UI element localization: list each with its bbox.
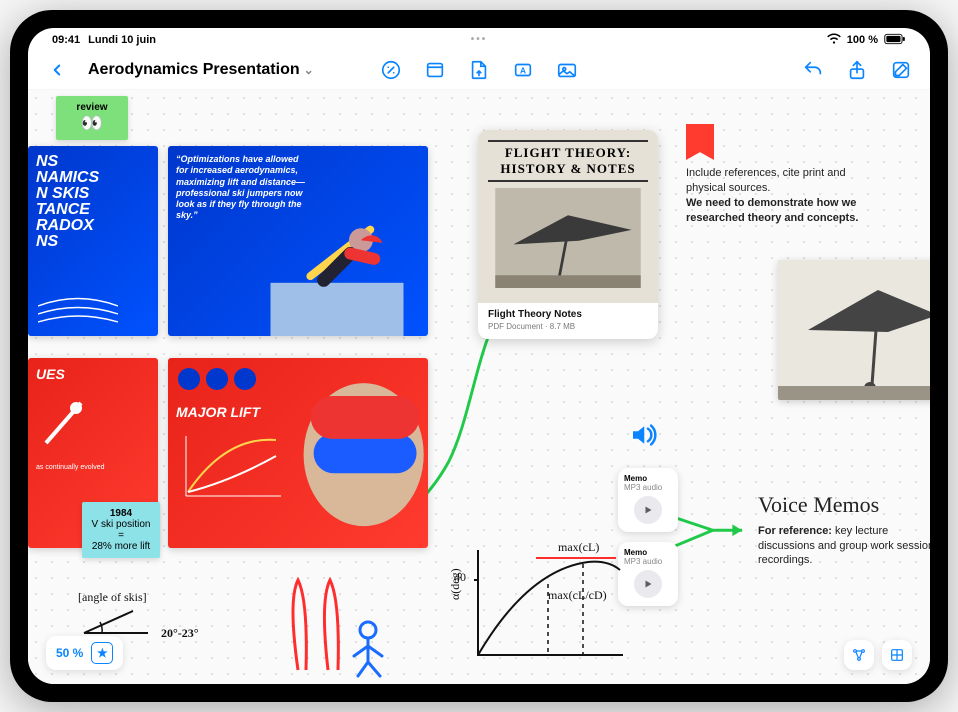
status-bar: 09:41 Lundi 10 juin ••• 100 %: [28, 28, 930, 50]
slide-title: UES: [36, 366, 150, 382]
app-toolbar: Aerodynamics Presentation ⌄ A: [28, 50, 930, 90]
slide-text: RADOX: [36, 218, 150, 234]
zoom-control[interactable]: 50 % ★: [46, 636, 123, 670]
slide-text: NAMICS: [36, 170, 150, 186]
favorite-toggle[interactable]: ★: [91, 642, 113, 664]
pen-tool-button[interactable]: [378, 57, 404, 83]
ipad-frame: 09:41 Lundi 10 juin ••• 100 %: [10, 10, 948, 702]
graph-maxclcd-label: max(cL/cD): [548, 588, 607, 603]
angle-sketch-icon: [78, 605, 158, 637]
voice-memos-block[interactable]: Voice Memos For reference: For reference…: [758, 490, 930, 568]
svg-text:A: A: [520, 66, 526, 75]
goggle-athlete-illustration: [285, 376, 428, 548]
handwriting-angle[interactable]: [angle of skis] 20°-23°: [78, 590, 199, 641]
slide-blue-aerodynamics[interactable]: NS NAMICS N SKIS TANCE RADOX NS: [28, 146, 158, 336]
audio-subtitle: MP3 audio: [624, 483, 672, 492]
undo-button[interactable]: [800, 57, 826, 83]
voice-memos-body: For reference: For reference: key lectur…: [758, 524, 930, 569]
handwriting-value: 20°-23°: [161, 626, 199, 640]
play-icon[interactable]: [634, 570, 662, 598]
slide-text: N SKIS: [36, 186, 150, 202]
freeform-canvas[interactable]: review 👀 NS NAMICS N SKIS TANCE RADOX NS…: [28, 90, 930, 684]
audio-memo-1[interactable]: Memo MP3 audio: [618, 468, 678, 532]
bookmark-icon: [686, 124, 714, 160]
slide-text: NS: [36, 234, 150, 250]
multitask-handle[interactable]: •••: [471, 34, 488, 45]
document-title-text: Aerodynamics Presentation: [88, 61, 300, 79]
graph-maxcl-label: max(cL): [558, 540, 599, 555]
battery-icon: [884, 33, 906, 48]
skijumper-illustration: [246, 203, 428, 336]
audio-title: Memo: [624, 548, 672, 557]
sticky-note-1984[interactable]: 1984 V ski position = 28% more lift: [82, 502, 160, 558]
insert-media-button[interactable]: [554, 57, 580, 83]
sticky-review-label: review: [64, 102, 120, 113]
grid-toggle-button[interactable]: [882, 640, 912, 670]
chevron-down-icon: ⌄: [304, 63, 314, 77]
sticky-line: =: [90, 530, 152, 541]
sticky-line: 1984: [90, 508, 152, 519]
navigator-button[interactable]: [844, 640, 874, 670]
canvas-utility-buttons: [844, 640, 912, 670]
airflow-icon: [38, 296, 118, 326]
play-icon[interactable]: [634, 496, 662, 524]
attachment-thumb-title: FLIGHT THEORY: HISTORY & NOTES: [488, 140, 648, 182]
back-button[interactable]: [44, 57, 70, 83]
battery-percent: 100 %: [847, 34, 878, 46]
slide-text: NS: [36, 154, 150, 170]
audio-title: Memo: [624, 474, 672, 483]
attachment-meta: PDF Document · 8.7 MB: [488, 322, 648, 331]
skijumper-small-icon: [36, 388, 96, 458]
sticky-note-button[interactable]: [422, 57, 448, 83]
attachment-name: Flight Theory Notes: [488, 309, 648, 320]
sketch-alpha-graph[interactable]: α(deg) 40 max(cL) max(cL/cD): [448, 540, 628, 675]
zoom-value: 50 %: [56, 646, 83, 660]
document-title[interactable]: Aerodynamics Presentation ⌄: [88, 61, 314, 79]
slide-text: TANCE: [36, 202, 150, 218]
text-box-button[interactable]: A: [510, 57, 536, 83]
share-button[interactable]: [844, 57, 870, 83]
sticky-line: V ski position: [90, 519, 152, 530]
attachment-flight-theory[interactable]: FLIGHT THEORY: HISTORY & NOTES Flight Th…: [478, 130, 658, 339]
app-screen: 09:41 Lundi 10 juin ••• 100 %: [28, 28, 930, 684]
speaker-icon: [626, 420, 660, 455]
status-time: 09:41: [52, 34, 80, 46]
handwriting-label: [angle of skis]: [78, 590, 199, 605]
attachment-thumbnail: FLIGHT THEORY: HISTORY & NOTES: [478, 130, 658, 303]
thumb-row: [178, 368, 256, 390]
photo-glider[interactable]: [778, 260, 930, 400]
sticky-line: 28% more lift: [90, 541, 152, 552]
glider-engraving-icon: [493, 188, 643, 288]
graph-tick-label: 40: [454, 570, 466, 585]
lift-graph-icon: [176, 426, 286, 506]
sticky-note-review[interactable]: review 👀: [56, 96, 128, 140]
audio-subtitle: MP3 audio: [624, 557, 672, 566]
reference-text: Include references, cite print and physi…: [686, 167, 846, 194]
wifi-icon: [827, 32, 841, 49]
reference-text-bold: We need to demonstrate how we researched…: [686, 196, 876, 226]
sketch-v-skier[interactable]: [258, 570, 398, 680]
voice-memos-heading: Voice Memos: [758, 490, 930, 520]
insert-file-button[interactable]: [466, 57, 492, 83]
reference-note-block[interactable]: Include references, cite print and physi…: [686, 166, 876, 225]
slide-red-majorlift[interactable]: MAJOR LIFT: [168, 358, 428, 548]
eyes-icon: 👀: [64, 113, 120, 134]
status-date: Lundi 10 juin: [88, 34, 156, 46]
compose-button[interactable]: [888, 57, 914, 83]
slide-quote-skijumper[interactable]: “Optimizations have allowed for increase…: [168, 146, 428, 336]
glider-photo-illustration: [778, 260, 930, 400]
slide-caption: as continually evolved: [36, 464, 150, 472]
